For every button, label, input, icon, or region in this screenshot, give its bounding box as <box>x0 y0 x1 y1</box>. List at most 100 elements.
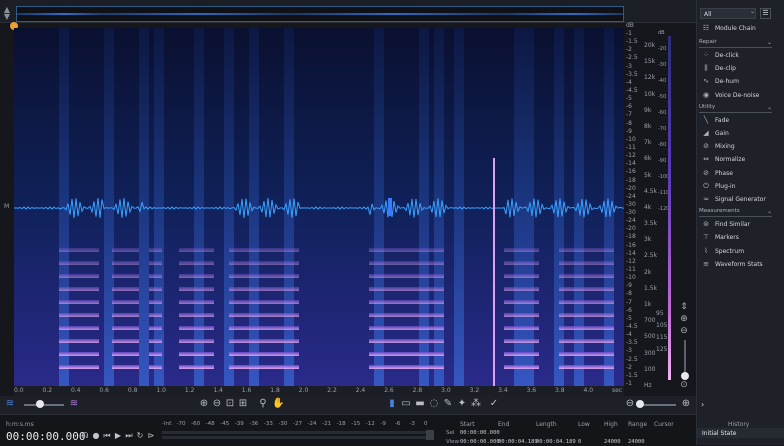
magic-wand-icon[interactable]: ✦ <box>456 398 468 410</box>
overview-waveform[interactable] <box>16 6 624 22</box>
meter-tick: -45 <box>220 421 230 427</box>
selection-header: Range <box>628 421 648 428</box>
zoom-out-icon[interactable]: ⊖ <box>624 398 636 410</box>
play-selection-icon[interactable]: ⊳ <box>146 431 156 441</box>
waveform-opacity-slider[interactable] <box>24 404 64 406</box>
view-value[interactable]: 24000 <box>604 439 621 445</box>
zoom-in-icon[interactable]: ⊕ <box>680 398 692 410</box>
section-header-utility[interactable]: Utility ⌄ <box>699 103 772 113</box>
vertical-collapse-icon[interactable]: ⇕ <box>678 302 690 312</box>
view-value[interactable]: 24000 <box>628 439 645 445</box>
module-item[interactable]: ∿ De-hum <box>700 75 739 87</box>
spectrogram-icon[interactable]: ≋ <box>68 398 80 410</box>
freq-select-icon[interactable]: ▭ <box>400 398 412 410</box>
headphones-icon[interactable]: ☊ <box>80 431 90 441</box>
record-icon[interactable]: ● <box>91 431 101 441</box>
timecode-format[interactable]: h:m:s.ms <box>6 421 34 428</box>
module-item[interactable]: ◢ Gain <box>700 127 729 139</box>
harmonic-band <box>149 365 162 369</box>
history-item[interactable]: Initial State <box>702 430 736 437</box>
time-tick: 1.8 <box>270 387 280 394</box>
module-item[interactable]: ⊘ Phase <box>700 167 733 179</box>
module-item[interactable]: ⊘ Mixing <box>700 140 735 152</box>
chevron-down-icon[interactable]: ⌄ <box>767 103 772 112</box>
module-item[interactable]: ⊤ Markers <box>700 231 739 243</box>
harmonic-band <box>112 300 139 304</box>
chevron-down-icon[interactable]: ⌄ <box>750 8 755 15</box>
skip-back-icon[interactable]: ⏮ <box>102 431 112 441</box>
selection-header: End <box>498 421 510 428</box>
module-item[interactable]: ⇔ Normalize <box>700 153 745 165</box>
harmonic-band <box>149 300 162 304</box>
view-value[interactable]: 00:00:04.189 <box>536 439 576 445</box>
meter-clip-indicator[interactable] <box>426 430 434 440</box>
module-label: De-clip <box>715 65 736 73</box>
spectrogram-view[interactable] <box>14 28 624 386</box>
view-value[interactable]: 0 <box>578 439 581 445</box>
harmonic-band <box>149 274 162 278</box>
module-chain-item[interactable]: ☷ Module Chain <box>700 22 756 34</box>
module-item[interactable]: ⌇ Spectrum <box>700 245 744 257</box>
db-tick: -12 <box>626 257 636 265</box>
fade-icon: ╲ <box>703 115 709 124</box>
zoom-selection-icon[interactable]: ⊡ <box>224 398 236 410</box>
hz-tick: 300 <box>644 349 656 357</box>
vertical-zoom-track[interactable] <box>684 340 686 376</box>
module-item[interactable]: ⫼ De-clip <box>700 62 736 74</box>
module-item[interactable]: ≈ Signal Generator <box>700 193 766 205</box>
section-header-repair[interactable]: Repair ⌄ <box>699 38 772 48</box>
module-item[interactable]: ⊜ Find Similar <box>700 218 750 230</box>
overview-strip[interactable]: ▲ ▼ <box>0 0 696 23</box>
chevron-down-icon[interactable]: ⌄ <box>767 207 772 216</box>
module-filter-select[interactable]: All <box>700 8 756 19</box>
time-ruler[interactable]: 0.0 0.2 0.4 0.6 0.8 1.0 1.2 1.4 1.6 1.8 2.0 2.2 2.4 2… <box>14 386 624 396</box>
skip-forward-icon[interactable]: ⏭ <box>124 431 134 441</box>
timecode-display[interactable]: 00:00:00.000 <box>6 430 85 443</box>
db-tick: -9 <box>626 127 632 135</box>
module-item[interactable]: ≡ Waveform Stats <box>700 258 763 270</box>
section-header-measurements[interactable]: Measurements ⌄ <box>699 207 772 218</box>
vertical-zoom-knob[interactable] <box>681 372 689 380</box>
waveform-opacity-knob[interactable] <box>36 400 44 408</box>
brush-icon[interactable]: ✎ <box>442 398 454 410</box>
magnify-icon[interactable]: ⚲ <box>257 398 269 410</box>
time-tick: 3.8 <box>555 387 565 394</box>
meter-tick: -33 <box>263 421 273 427</box>
module-item[interactable]: ⁘ De-click <box>700 49 739 61</box>
instant-process-icon[interactable]: ✓ <box>488 398 500 410</box>
module-item[interactable]: ╲ Fade <box>700 114 729 126</box>
hz-tick: 1k <box>644 301 652 309</box>
hz-tick: 12k <box>644 74 656 82</box>
module-item[interactable]: ⏻ Plug-in <box>700 180 735 192</box>
vertical-fit-icon[interactable]: ⊙ <box>678 380 690 390</box>
view-value[interactable]: 00:00:04.189 <box>498 439 538 445</box>
sel-value[interactable]: 00:00:00.000 <box>460 430 500 436</box>
zoom-in-icon[interactable]: ⊕ <box>198 398 210 410</box>
harmonic-band <box>149 352 162 356</box>
rect-select-icon[interactable]: ▬ <box>414 398 426 410</box>
horizontal-zoom-knob[interactable] <box>636 400 644 408</box>
time-select-icon[interactable]: ▮ <box>386 398 398 410</box>
module-item[interactable]: ◉ Voice De-noise <box>700 89 759 101</box>
level-mark: 95 <box>656 310 664 317</box>
lasso-icon[interactable]: ◌ <box>428 398 440 410</box>
db-tick: -3 <box>626 62 632 70</box>
zoom-out-icon[interactable]: ⊖ <box>211 398 223 410</box>
hamburger-icon[interactable]: ☰ <box>760 8 771 19</box>
harmonics-icon[interactable]: ⁂ <box>470 398 482 410</box>
loop-icon[interactable]: ↻ <box>135 431 145 441</box>
hz-tick: 9k <box>644 106 652 114</box>
hand-icon[interactable]: ✋ <box>272 398 284 410</box>
up-down-arrows-icon[interactable]: ▲ ▼ <box>2 6 12 21</box>
level-meter-scale: -Inf. -70 -60 -48 -45 -39 -36 -33 -30 -27 -24 -21 -1… <box>162 421 432 429</box>
vertical-zoom-in-icon[interactable]: ⊕ <box>678 314 690 324</box>
waveform-icon[interactable]: ≋ <box>4 398 16 410</box>
play-icon[interactable]: ▶ <box>113 431 123 441</box>
level-mark: 115 <box>656 334 668 341</box>
chevron-down-icon[interactable]: ⌄ <box>767 38 772 47</box>
db-tick: -10 <box>626 135 636 143</box>
chevron-right-icon[interactable]: › <box>701 400 704 409</box>
view-value[interactable]: 00:00:00.000 <box>460 439 500 445</box>
vertical-zoom-out-icon[interactable]: ⊖ <box>678 326 690 336</box>
zoom-fit-icon[interactable]: ⊞ <box>237 398 249 410</box>
